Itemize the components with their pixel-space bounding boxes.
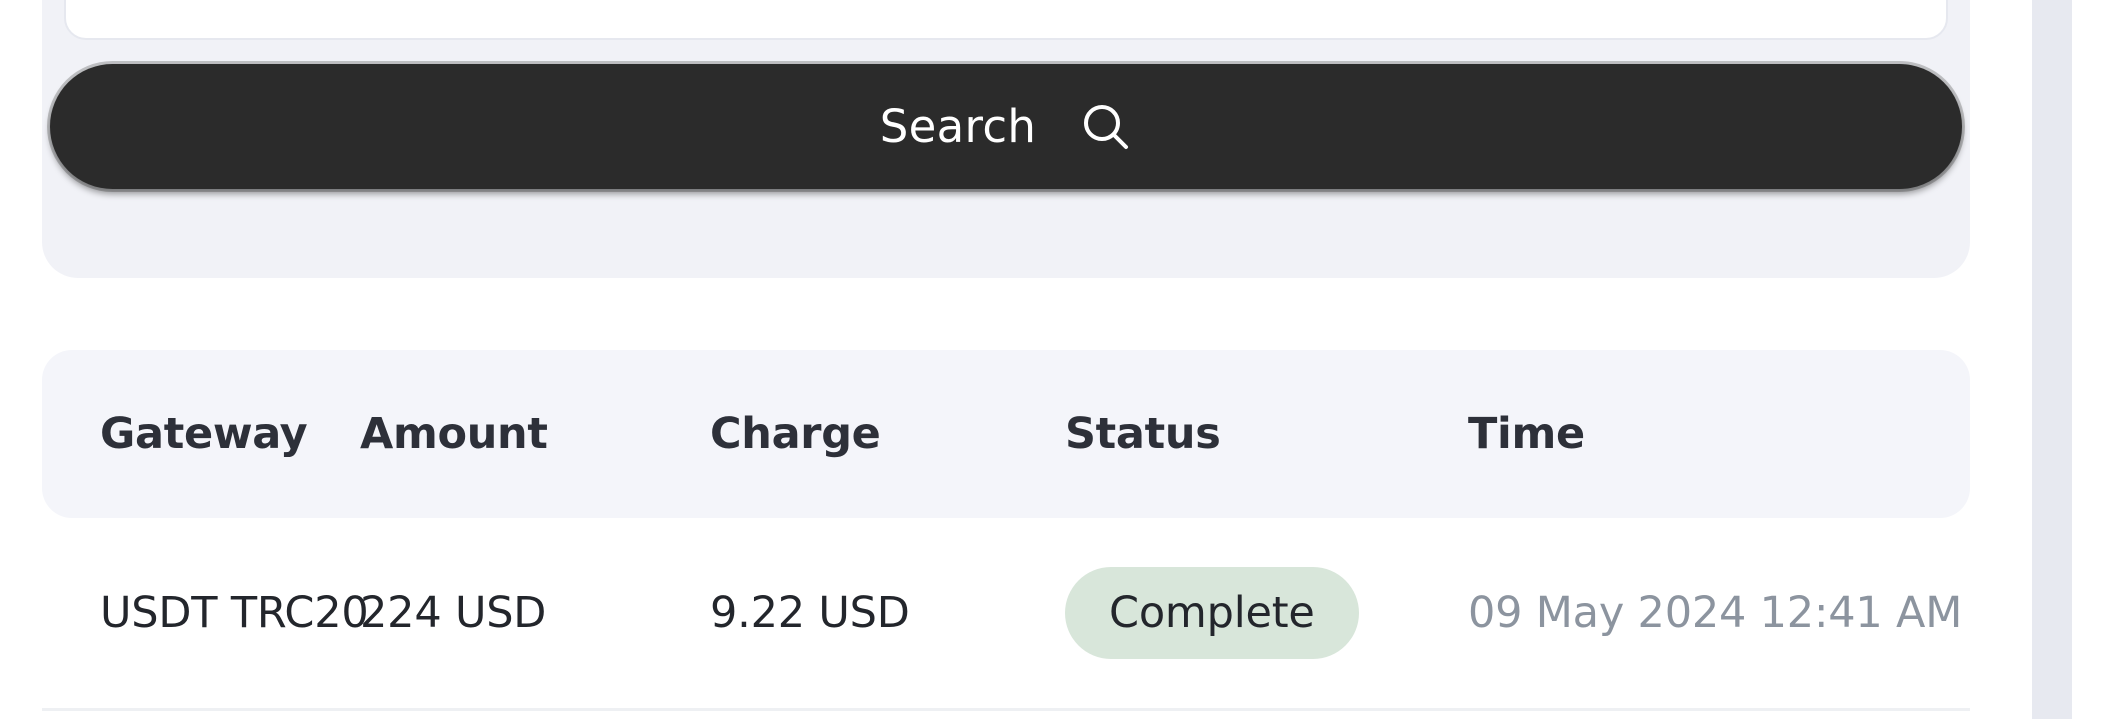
transactions-table: Gateway Amount Charge Status Time USDT T… bbox=[42, 350, 1970, 711]
table-row[interactable]: USDT TRC20 224 USD 9.22 USD Complete 09 … bbox=[42, 518, 1970, 711]
status-badge: Complete bbox=[1065, 567, 1359, 659]
search-icon bbox=[1080, 101, 1132, 153]
column-header-charge: Charge bbox=[710, 409, 881, 459]
scrollbar-gutter bbox=[2032, 0, 2120, 719]
scrollbar-track[interactable] bbox=[2032, 0, 2072, 719]
search-button[interactable]: Search bbox=[50, 64, 1962, 189]
cell-gateway: USDT TRC20 bbox=[100, 588, 369, 638]
column-header-amount: Amount bbox=[360, 409, 548, 459]
to-date-placeholder: To date bbox=[104, 0, 250, 5]
to-date-input[interactable]: To date bbox=[64, 0, 1948, 40]
cell-time: 09 May 2024 12:41 AM bbox=[1468, 588, 1963, 638]
cell-status: Complete bbox=[1065, 567, 1359, 659]
column-header-status: Status bbox=[1065, 409, 1221, 459]
search-filter-card: To date Search bbox=[42, 0, 1970, 278]
cell-charge: 9.22 USD bbox=[710, 588, 910, 638]
page-viewport: To date Search Gateway Amount Charge Sta… bbox=[0, 0, 2120, 719]
search-button-label: Search bbox=[879, 100, 1037, 153]
column-header-time: Time bbox=[1468, 409, 1585, 459]
column-header-gateway: Gateway bbox=[100, 409, 308, 459]
content-column: To date Search Gateway Amount Charge Sta… bbox=[0, 0, 2032, 719]
cell-amount: 224 USD bbox=[360, 588, 547, 638]
table-header-row: Gateway Amount Charge Status Time bbox=[42, 350, 1970, 518]
table-body: USDT TRC20 224 USD 9.22 USD Complete 09 … bbox=[42, 518, 1970, 711]
